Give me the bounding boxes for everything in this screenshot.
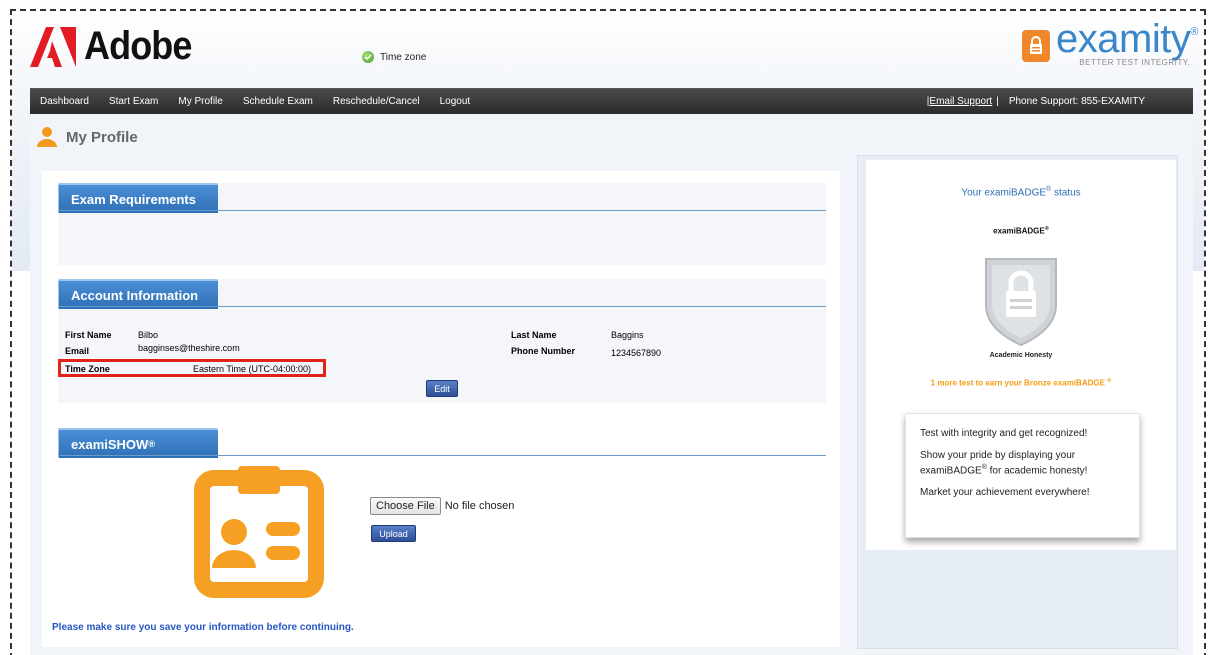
save-reminder: Please make sure you save your informati…: [52, 622, 354, 633]
page-title-row: My Profile: [36, 126, 138, 148]
phone-number-value: 1234567890: [611, 348, 662, 358]
nav-start-exam[interactable]: Start Exam: [99, 96, 168, 107]
phone-number-label: Phone Number: [511, 346, 576, 356]
registered-mark: ®: [148, 439, 156, 449]
examity-logo: examity BETTER TEST INTEGRITY. ®: [1022, 18, 1198, 67]
email-support-link[interactable]: |Email Support: [927, 96, 992, 107]
choose-file-button[interactable]: Choose File: [370, 497, 441, 515]
examity-tagline: BETTER TEST INTEGRITY.: [1079, 58, 1191, 67]
phone-support-text: Phone Support: 855-EXAMITY: [1008, 96, 1145, 107]
last-name-value: Baggins: [611, 330, 644, 340]
badge-status-prefix: Your examiBADGE: [961, 187, 1047, 199]
edit-button[interactable]: Edit: [426, 380, 458, 397]
nav-my-profile[interactable]: My Profile: [168, 96, 232, 107]
upload-button[interactable]: Upload: [371, 525, 416, 542]
time-zone-value: Eastern Time (UTC-04:00:00): [193, 364, 312, 374]
promo-line-2: Show your pride by displaying your exami…: [920, 450, 1125, 477]
page-title: My Profile: [66, 128, 138, 146]
earn-badge-text: 1 more test to earn your Bronze examiBAD…: [866, 378, 1176, 388]
last-name-label: Last Name: [511, 330, 557, 340]
promo-line-2-end: for academic honesty!: [986, 465, 1088, 477]
checkmark-icon: [362, 51, 374, 63]
time-zone-label: Time Zone: [65, 364, 110, 374]
first-name-value: Bilbo: [138, 330, 159, 340]
badge-name-text: examiBADGE: [993, 226, 1045, 236]
nav-separator: |: [996, 96, 999, 107]
registered-mark: ®: [1044, 226, 1049, 232]
no-file-text: No file chosen: [444, 500, 515, 512]
nav-dashboard[interactable]: Dashboard: [30, 96, 99, 107]
promo-card: Test with integrity and get recognized! …: [905, 413, 1140, 538]
examity-wordmark: examity: [1056, 17, 1191, 61]
section-divider: [58, 210, 826, 211]
registered-mark: ®: [1107, 378, 1112, 384]
account-information-tab: Account Information: [58, 279, 218, 309]
email-label: Email: [65, 346, 90, 356]
nav-logout[interactable]: Logout: [430, 96, 481, 107]
promo-line-3: Market your achievement everywhere!: [920, 487, 1090, 499]
file-picker: Choose File No file chosen: [370, 497, 514, 515]
shield-badge-icon: [985, 258, 1057, 347]
badge-status-heading: Your examiBADGE® status: [866, 186, 1176, 198]
nav-schedule-exam[interactable]: Schedule Exam: [233, 96, 323, 107]
section-divider: [58, 306, 826, 307]
exam-requirements-section: Exam Requirements: [58, 183, 826, 265]
nav-reschedule-cancel[interactable]: Reschedule/Cancel: [323, 96, 430, 107]
promo-line-1: Test with integrity and get recognized!: [920, 428, 1088, 439]
id-badge-icon: [194, 466, 324, 598]
adobe-wordmark: Adobe: [84, 24, 192, 68]
badge-caption: Academic Honesty: [989, 352, 1053, 359]
exam-requirements-tab: Exam Requirements: [58, 183, 218, 213]
badge-name: examiBADGE®: [866, 226, 1176, 236]
nav-support: |Email Support | Phone Support: 855-EXAM…: [927, 96, 1193, 107]
badge-status-suffix: status: [1051, 187, 1081, 199]
time-zone-requirement-label: Time zone: [380, 51, 427, 63]
adobe-logo-icon: [30, 26, 76, 67]
examity-registered-mark: ®: [1190, 26, 1199, 38]
section-divider: [58, 455, 826, 456]
user-icon: [37, 127, 57, 147]
examishow-tab-label: examiSHOW: [71, 436, 149, 452]
examishow-section: examiSHOW ®: [58, 428, 826, 458]
adobe-logo: Adobe: [30, 24, 203, 69]
top-navbar: Dashboard Start Exam My Profile Schedule…: [30, 88, 1193, 114]
earn-badge-label: 1 more test to earn your Bronze examiBAD…: [930, 378, 1105, 388]
email-value: bagginses@theshire.com: [138, 343, 240, 353]
lock-icon: [1022, 30, 1050, 62]
examishow-tab: examiSHOW ®: [58, 428, 218, 458]
first-name-label: First Name: [65, 330, 112, 340]
time-zone-requirement: Time zone: [362, 51, 426, 63]
